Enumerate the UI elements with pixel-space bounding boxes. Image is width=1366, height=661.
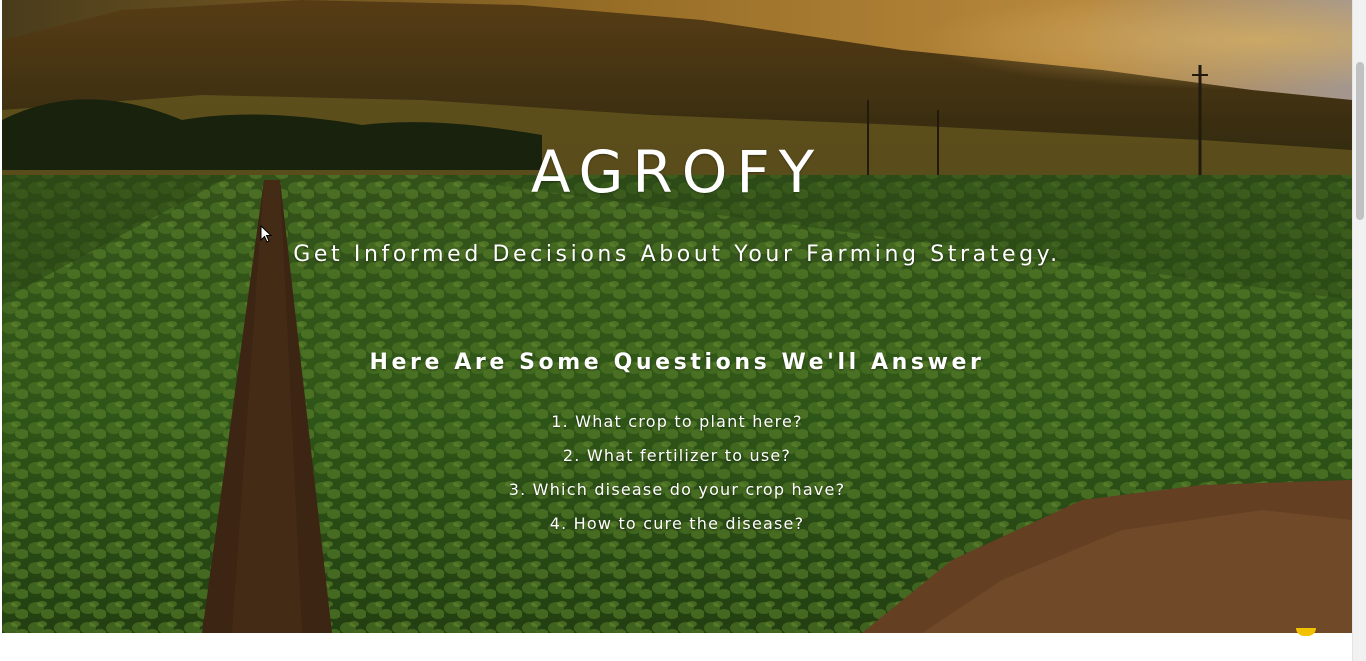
browser-viewport: AGROFY Get Informed Decisions About Your…: [0, 0, 1352, 661]
scrollbar-thumb[interactable]: [1356, 62, 1364, 220]
question-item: 3. Which disease do your crop have?: [508, 480, 846, 499]
question-item: 2. What fertilizer to use?: [562, 446, 792, 465]
questions-list: 1. What crop to plant here? 2. What fert…: [2, 410, 1352, 546]
mouse-cursor-icon: [260, 225, 272, 243]
question-item: 4. How to cure the disease?: [549, 514, 805, 533]
page-scrollbar[interactable]: [1352, 0, 1366, 661]
brand-title: AGROFY: [530, 138, 824, 206]
hero-tagline: Get Informed Decisions About Your Farmin…: [293, 242, 1061, 267]
questions-heading: Here Are Some Questions We'll Answer: [369, 350, 985, 375]
question-item: 1. What crop to plant here?: [551, 412, 803, 431]
hero-section: AGROFY Get Informed Decisions About Your…: [2, 0, 1352, 633]
floating-widget-edge: [1296, 628, 1316, 636]
